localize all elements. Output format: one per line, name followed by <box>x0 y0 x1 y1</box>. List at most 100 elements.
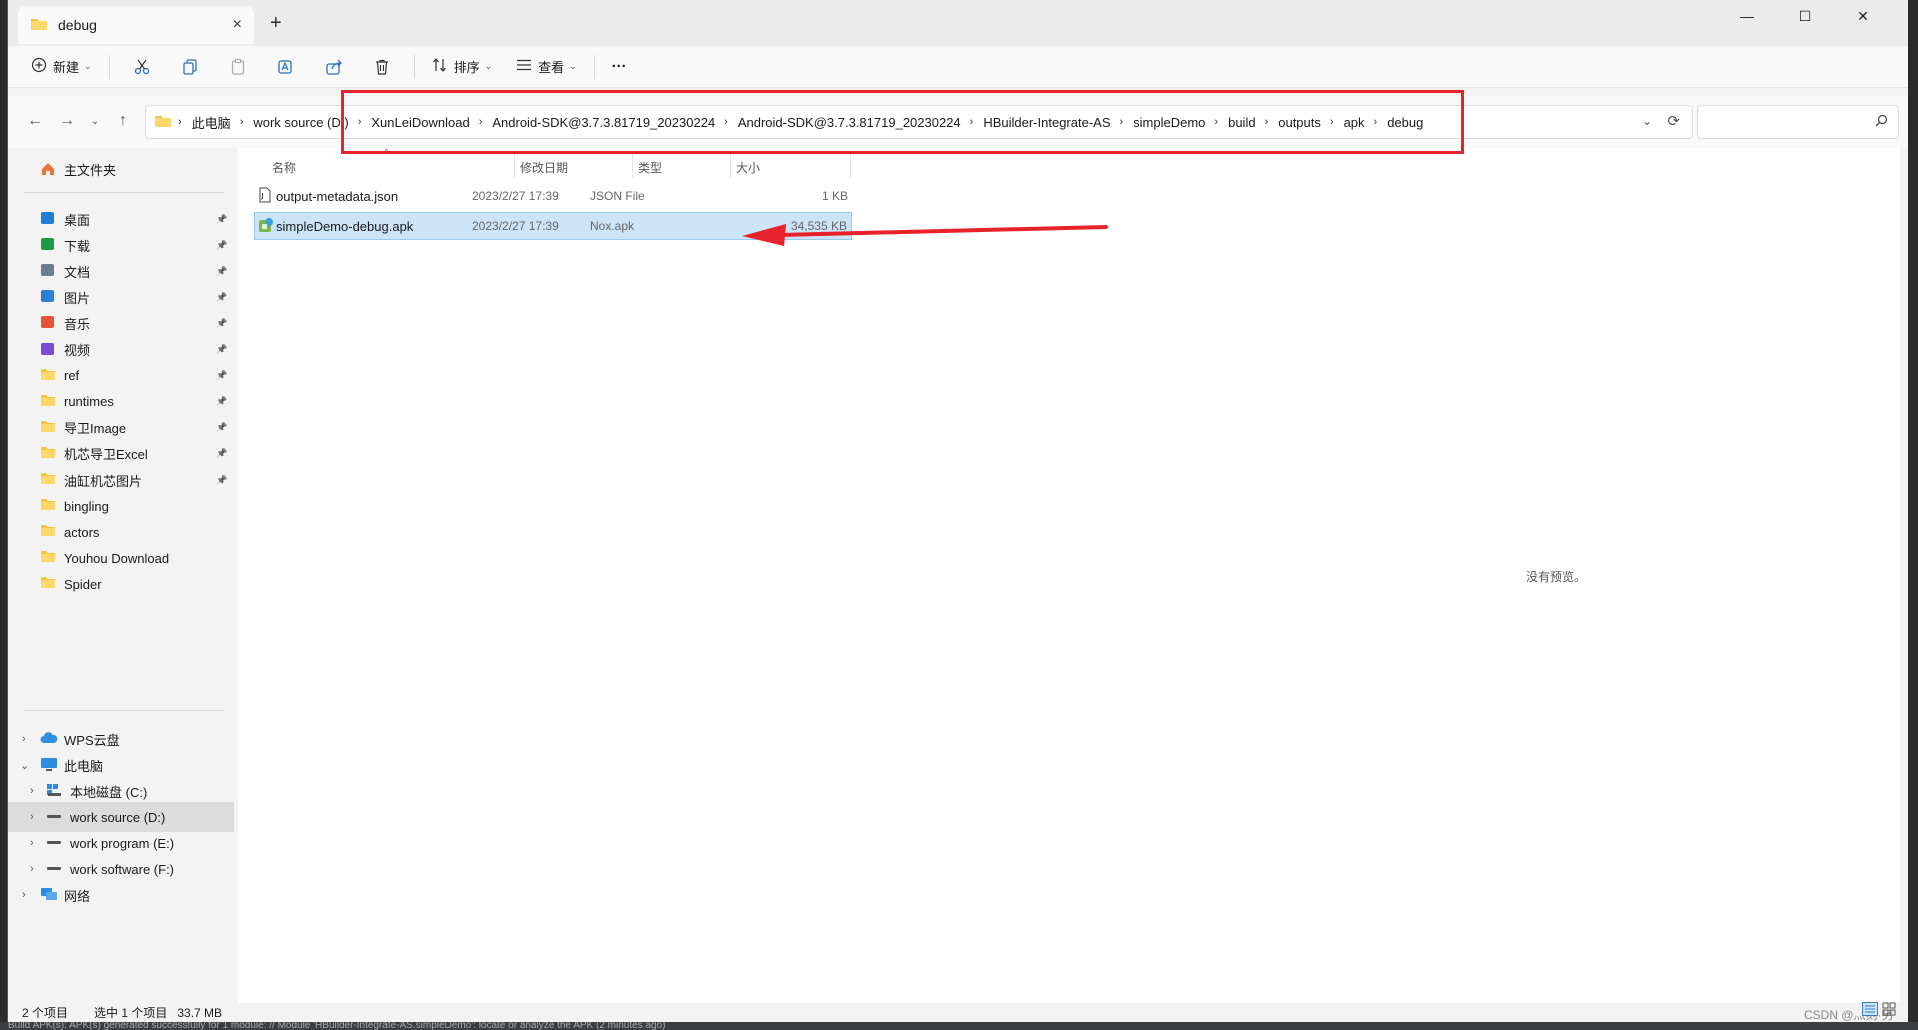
tiles-view-icon[interactable] <box>1882 1002 1896 1019</box>
up-arrow-icon[interactable]: ↑ <box>110 108 136 134</box>
forward-arrow-icon[interactable]: → <box>54 108 80 134</box>
folder-icon <box>40 524 58 540</box>
breadcrumb-separator-icon[interactable]: › <box>358 116 362 128</box>
column-divider[interactable] <box>730 154 731 178</box>
expand-chevron-icon[interactable]: › <box>30 785 34 797</box>
new-button[interactable]: 新建 ⌄ <box>22 51 101 83</box>
column-divider[interactable] <box>632 154 633 178</box>
sidebar-item-home[interactable]: 主文件夹 <box>8 154 234 184</box>
rename-icon[interactable] <box>275 56 297 78</box>
drive-icon <box>46 861 64 877</box>
desktop-icon <box>40 211 58 227</box>
breadcrumb-separator-icon[interactable]: › <box>1214 116 1218 128</box>
breadcrumb-separator-icon[interactable]: › <box>1120 116 1124 128</box>
breadcrumb-separator-icon[interactable]: › <box>1265 116 1269 128</box>
breadcrumb-separator-icon[interactable]: › <box>724 116 728 128</box>
pin-icon[interactable]: 📌 <box>216 344 227 355</box>
pin-icon[interactable]: 📌 <box>216 396 227 407</box>
breadcrumb-label: apk <box>1343 114 1365 130</box>
vertical-scrollbar[interactable] <box>1900 148 1908 1003</box>
folder-icon <box>40 498 58 514</box>
status-bar: 2 个项目 选中 1 个项目 33.7 MB <box>8 1003 1908 1022</box>
search-input[interactable] <box>1697 105 1899 139</box>
breadcrumb-item[interactable]: Android-SDK@3.7.3.81719_20230224 › <box>738 113 983 132</box>
file-row[interactable]: output-metadata.json 2023/2/27 17:39 JSO… <box>254 182 852 210</box>
sidebar-item-label: 主文件夹 <box>64 162 117 178</box>
breadcrumb-item[interactable]: debug <box>1387 113 1423 132</box>
sidebar-divider <box>24 192 224 193</box>
sidebar-item-label: Youhou Download <box>64 550 170 566</box>
address-history-chevron-icon[interactable]: ⌄ <box>1642 114 1652 128</box>
column-header-size[interactable]: 大小 <box>736 154 760 180</box>
column-header-type[interactable]: 类型 <box>638 154 662 180</box>
minimize-button[interactable]: — <box>1724 0 1770 32</box>
close-window-button[interactable]: ✕ <box>1840 0 1886 32</box>
breadcrumb-separator-icon[interactable]: › <box>1330 116 1334 128</box>
pin-icon[interactable]: 📌 <box>216 240 227 251</box>
breadcrumb-item[interactable]: build › <box>1228 113 1278 132</box>
breadcrumb-separator-icon[interactable]: › <box>479 116 483 128</box>
breadcrumb-item[interactable]: Android-SDK@3.7.3.81719_20230224 › <box>492 113 737 132</box>
breadcrumb-separator-icon[interactable]: › <box>240 116 244 128</box>
column-header-date[interactable]: 修改日期 <box>520 154 568 180</box>
pin-icon[interactable]: 📌 <box>216 318 227 329</box>
pin-icon[interactable]: 📌 <box>216 422 227 433</box>
refresh-icon[interactable]: ⟳ <box>1667 112 1680 130</box>
breadcrumb-item[interactable]: apk › <box>1344 113 1388 132</box>
breadcrumb-item[interactable]: outputs › <box>1278 113 1343 132</box>
expand-chevron-icon[interactable]: › <box>30 863 34 875</box>
paste-icon[interactable] <box>227 56 249 78</box>
sort-button[interactable]: 排序 ⌄ <box>423 51 502 83</box>
new-tab-button[interactable]: + <box>270 12 282 35</box>
pin-icon[interactable]: 📌 <box>216 292 227 303</box>
pin-icon[interactable]: 📌 <box>216 448 227 459</box>
breadcrumb-separator-icon[interactable]: › <box>970 116 974 128</box>
pin-icon[interactable]: 📌 <box>216 475 227 486</box>
sidebar-item-label: work software (F:) <box>70 861 175 877</box>
breadcrumb-label: debug <box>1387 114 1424 130</box>
breadcrumb-item[interactable]: work source (D:) › <box>253 113 371 132</box>
column-divider[interactable] <box>514 154 515 178</box>
breadcrumb-item[interactable]: XunLeiDownload › <box>371 113 492 132</box>
share-icon[interactable] <box>323 56 345 78</box>
address-bar[interactable]: › 此电脑 › work source (D:) › XunLeiDownload › An… <box>145 105 1693 139</box>
breadcrumb-item[interactable]: 此电脑 › <box>192 113 254 132</box>
download-icon <box>40 237 58 253</box>
column-divider[interactable] <box>850 154 851 178</box>
collapse-chevron-icon[interactable]: ⌄ <box>20 759 29 772</box>
sidebar-item-quick-access[interactable]: Spider <box>8 569 234 599</box>
ide-edge-panel <box>1908 0 1918 1030</box>
tab-close-icon[interactable]: × <box>233 16 242 34</box>
column-header-name[interactable]: 名称 <box>272 154 296 180</box>
pin-icon[interactable]: 📌 <box>216 214 227 225</box>
breadcrumb-separator-icon: › <box>178 116 182 128</box>
pin-icon[interactable]: 📌 <box>216 266 227 277</box>
breadcrumb-item[interactable]: HBuilder-Integrate-AS › <box>983 113 1133 132</box>
tab-debug[interactable]: debug × <box>18 6 254 44</box>
expand-chevron-icon[interactable]: › <box>22 889 26 901</box>
sidebar-item-label: work program (E:) <box>70 835 175 851</box>
breadcrumb-item[interactable]: simpleDemo › <box>1133 113 1228 132</box>
delete-icon[interactable] <box>371 56 393 78</box>
cut-icon[interactable] <box>131 56 153 78</box>
sidebar-item-label: runtimes <box>64 394 114 410</box>
expand-chevron-icon[interactable]: › <box>30 811 34 823</box>
file-row-selected[interactable]: simpleDemo-debug.apk 2023/2/27 17:39 Nox… <box>254 212 852 240</box>
pin-icon[interactable]: 📌 <box>216 370 227 381</box>
recent-chevron-icon[interactable]: ⌄ <box>82 108 108 134</box>
copy-icon[interactable] <box>179 56 201 78</box>
sidebar-item-network[interactable]: › 网络 <box>8 880 234 910</box>
file-size: 34,535 KB <box>790 219 847 233</box>
expand-chevron-icon[interactable]: › <box>30 837 34 849</box>
computer-icon <box>40 757 58 773</box>
chevron-down-icon: ⌄ <box>484 61 493 71</box>
more-options-button[interactable]: ··· <box>603 51 636 83</box>
details-view-icon[interactable] <box>1862 1002 1878 1019</box>
video-icon <box>40 342 58 358</box>
breadcrumb-separator-icon[interactable]: › <box>1374 116 1378 128</box>
back-arrow-icon[interactable]: ← <box>22 108 48 134</box>
system-drive-icon <box>46 783 64 799</box>
expand-chevron-icon[interactable]: › <box>22 733 26 745</box>
view-button[interactable]: 查看 ⌄ <box>507 51 586 83</box>
maximize-button[interactable]: ☐ <box>1782 0 1828 32</box>
